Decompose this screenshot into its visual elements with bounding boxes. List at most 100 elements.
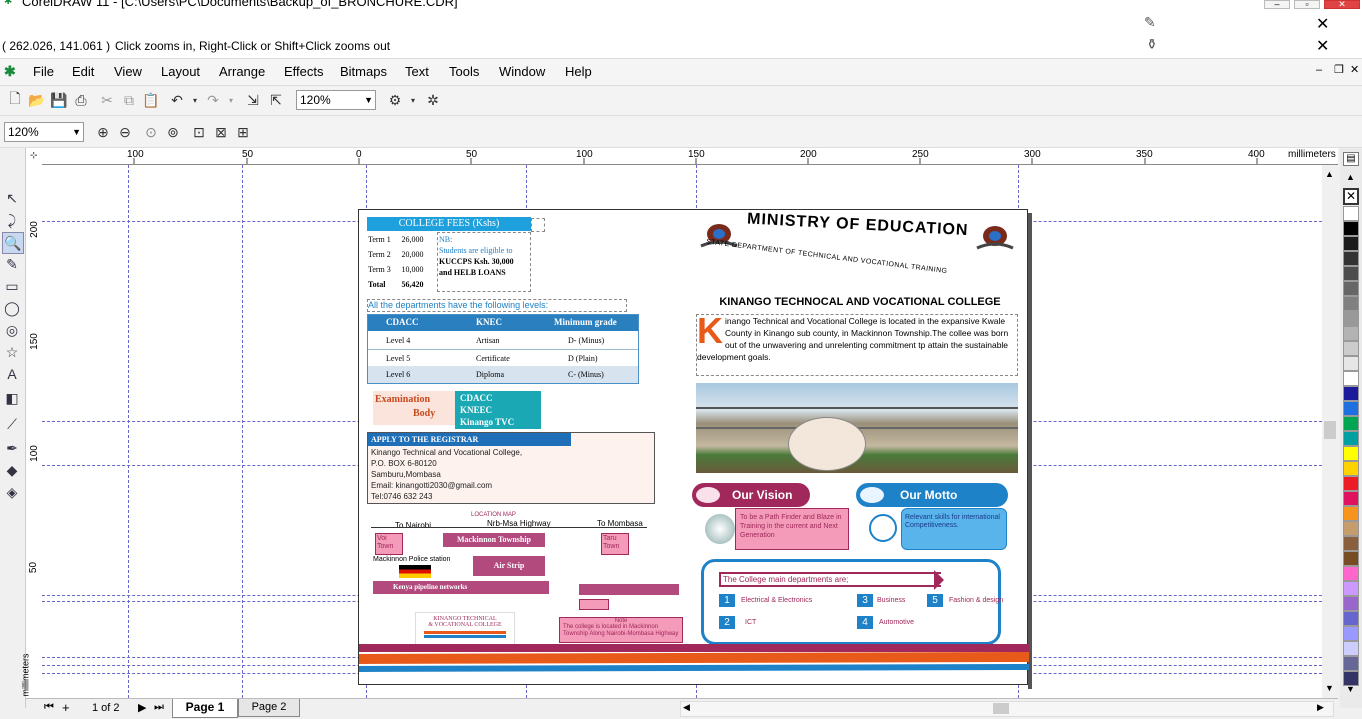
scroll-down-icon[interactable]: ▼	[1325, 683, 1334, 693]
redo-icon[interactable]: ↷	[204, 91, 222, 109]
pick-tool-icon[interactable]: ↖	[2, 188, 22, 208]
exam-bodies-box[interactable]: CDACC KNEEC Kinango TVC	[455, 391, 541, 429]
menu-edit[interactable]: Edit	[72, 64, 94, 79]
location-map[interactable]: LOCATION MAP Nrb-Msa Highway To Nairobi …	[367, 512, 683, 648]
print-icon[interactable]: ⎙	[72, 91, 90, 109]
no-outline-icon[interactable]: ✕	[1316, 14, 1329, 34]
menu-help[interactable]: Help	[565, 64, 592, 79]
color-swatch[interactable]	[1343, 341, 1359, 356]
color-swatch[interactable]	[1343, 626, 1359, 641]
menu-file[interactable]: File	[33, 64, 54, 79]
zoom-in-icon[interactable]: ⊕	[94, 123, 112, 141]
color-swatch[interactable]	[1343, 581, 1359, 596]
color-swatch[interactable]	[1343, 236, 1359, 251]
outline-tool-icon[interactable]: ✒	[2, 438, 22, 458]
color-swatch[interactable]	[1343, 251, 1359, 266]
corel-online-icon[interactable]: ✲	[424, 91, 442, 109]
ruler-origin-icon[interactable]: ⊹	[30, 150, 38, 161]
import-icon[interactable]: ⇲	[244, 91, 262, 109]
color-swatch[interactable]	[1343, 641, 1359, 656]
color-swatch[interactable]	[1343, 206, 1359, 221]
zoom-out-icon[interactable]: ⊖	[116, 123, 134, 141]
tab-page-2[interactable]: Page 2	[238, 699, 300, 717]
undo-dropdown-icon[interactable]: ▾	[186, 91, 204, 109]
scroll-thumb[interactable]	[1324, 421, 1336, 439]
college-photo[interactable]	[696, 383, 1018, 473]
redo-dropdown-icon[interactable]: ▾	[222, 91, 240, 109]
scroll-up-icon[interactable]: ▲	[1325, 169, 1334, 179]
color-swatch[interactable]	[1343, 566, 1359, 581]
new-document-icon[interactable]: 🗋	[6, 90, 24, 109]
color-swatch[interactable]	[1343, 296, 1359, 311]
menu-bitmaps[interactable]: Bitmaps	[340, 64, 387, 79]
color-swatch[interactable]	[1343, 386, 1359, 401]
zoom-levels-select[interactable]: 120% ▼	[4, 122, 84, 142]
copy-icon[interactable]: ⧉	[120, 91, 138, 109]
menu-arrange[interactable]: Arrange	[219, 64, 265, 79]
close-button[interactable]: ✕	[1324, 0, 1360, 9]
menu-view[interactable]: View	[114, 64, 142, 79]
interactive-blend-icon[interactable]: ◧	[2, 388, 22, 408]
menu-effects[interactable]: Effects	[284, 64, 324, 79]
exam-body-label[interactable]: Examination Body	[373, 391, 455, 425]
zoom-page-width-icon[interactable]: ⊠	[212, 123, 230, 141]
zoom-all-objects-icon[interactable]: ⊚	[164, 123, 182, 141]
guideline[interactable]	[128, 165, 129, 698]
palette-scroll-up-icon[interactable]: ▲	[1346, 172, 1355, 182]
color-swatch[interactable]	[1343, 476, 1359, 491]
color-swatch[interactable]	[1343, 266, 1359, 281]
first-page-icon[interactable]: ⏮	[44, 701, 54, 714]
brochure-page[interactable]: COLLEGE FEES (Kshs) Term 1 26,000 Term 2 2…	[358, 209, 1029, 685]
color-swatch[interactable]	[1343, 536, 1359, 551]
palette-scroll-down-icon[interactable]: ▼	[1346, 684, 1355, 694]
rectangle-tool-icon[interactable]: ▭	[2, 276, 22, 296]
interactive-fill-icon[interactable]: ◈	[2, 482, 22, 502]
launcher-dropdown-icon[interactable]: ▾	[404, 91, 422, 109]
zoom-selected-icon[interactable]: ⊙	[142, 123, 160, 141]
zoom-level-select[interactable]: 120% ▼	[296, 90, 376, 110]
fees-table[interactable]: Term 1 26,000 Term 2 20,000 Term 3 10,000 T…	[367, 232, 433, 296]
zoom-page-height-icon[interactable]: ⊞	[234, 123, 252, 141]
color-swatch[interactable]	[1343, 416, 1359, 431]
maximize-button[interactable]: ▫	[1294, 0, 1320, 9]
ellipse-tool-icon[interactable]: ◯	[2, 298, 22, 318]
undo-icon[interactable]: ↶	[168, 91, 186, 109]
color-swatch[interactable]	[1343, 506, 1359, 521]
save-icon[interactable]: 💾	[50, 91, 68, 109]
last-page-icon[interactable]: ⏭	[154, 701, 164, 714]
color-swatch[interactable]	[1343, 521, 1359, 536]
application-launcher-icon[interactable]: ⚙	[386, 91, 404, 109]
document-icon[interactable]: ✱	[4, 63, 16, 80]
export-icon[interactable]: ⇱	[267, 91, 285, 109]
cut-icon[interactable]: ✂	[98, 91, 116, 109]
shape-tool-icon[interactable]: ⤸	[2, 210, 22, 230]
fees-note[interactable]: NB: Students are eligible to KUCCPS Ksh.…	[437, 232, 531, 292]
zoom-to-page-icon[interactable]: ⊡	[190, 123, 208, 141]
color-swatch[interactable]	[1343, 596, 1359, 611]
menu-window[interactable]: Window	[499, 64, 545, 79]
fees-title-frame[interactable]	[531, 218, 545, 232]
color-swatch[interactable]	[1343, 401, 1359, 416]
menu-layout[interactable]: Layout	[161, 64, 200, 79]
fill-tool-icon[interactable]: ◆	[2, 460, 22, 480]
fees-title[interactable]: COLLEGE FEES (Kshs)	[367, 217, 531, 231]
color-swatch[interactable]	[1343, 371, 1359, 386]
vision-banner[interactable]: Our Vision	[692, 483, 810, 507]
color-swatch[interactable]	[1343, 356, 1359, 371]
color-swatch[interactable]	[1343, 551, 1359, 566]
motto-banner[interactable]: Our Motto	[856, 483, 1008, 507]
paste-icon[interactable]: 📋	[142, 91, 160, 109]
color-swatch[interactable]	[1343, 431, 1359, 446]
spiral-tool-icon[interactable]: ◎	[2, 320, 22, 340]
color-swatch[interactable]	[1343, 281, 1359, 296]
doc-close-button[interactable]: ✕	[1350, 63, 1359, 76]
doc-restore-button[interactable]: ❐	[1334, 63, 1344, 76]
color-swatch[interactable]	[1343, 656, 1359, 671]
open-icon[interactable]: 📂	[28, 91, 46, 109]
color-swatch[interactable]	[1343, 221, 1359, 236]
color-swatch[interactable]	[1343, 491, 1359, 506]
hscroll-thumb[interactable]	[993, 703, 1009, 714]
minimize-button[interactable]: –	[1264, 0, 1290, 9]
scroll-right-icon[interactable]: ▶	[1317, 702, 1324, 713]
add-page-icon[interactable]: +	[62, 700, 70, 715]
